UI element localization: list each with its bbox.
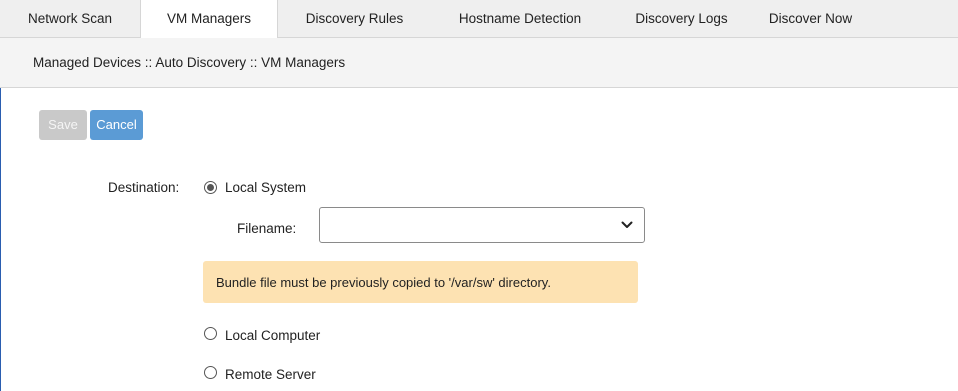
notice-text: Bundle file must be previously copied to… bbox=[216, 275, 551, 290]
tab-network-scan[interactable]: Network Scan bbox=[0, 0, 140, 38]
cancel-button[interactable]: Cancel bbox=[90, 110, 143, 140]
save-button[interactable]: Save bbox=[39, 110, 87, 140]
radio-remote-server-label: Remote Server bbox=[225, 367, 316, 382]
destination-label: Destination: bbox=[108, 180, 180, 195]
tab-discover-now[interactable]: Discover Now bbox=[754, 0, 867, 38]
tab-hostname-detection[interactable]: Hostname Detection bbox=[431, 0, 609, 38]
breadcrumb: Managed Devices :: Auto Discovery :: VM … bbox=[33, 55, 346, 70]
breadcrumb-bar: Managed Devices :: Auto Discovery :: VM … bbox=[0, 38, 958, 88]
chevron-down-icon bbox=[621, 221, 633, 228]
filename-select[interactable] bbox=[319, 207, 645, 243]
radio-remote-server[interactable] bbox=[204, 366, 217, 379]
tab-bar: Network Scan VM Managers Discovery Rules… bbox=[0, 0, 958, 39]
filename-label: Filename: bbox=[237, 221, 297, 236]
tab-discovery-logs[interactable]: Discovery Logs bbox=[609, 0, 754, 38]
tab-vm-managers[interactable]: VM Managers bbox=[140, 0, 278, 39]
radio-local-system-label: Local System bbox=[225, 180, 307, 195]
notice-banner: Bundle file must be previously copied to… bbox=[203, 261, 638, 303]
radio-local-computer-label: Local Computer bbox=[225, 328, 321, 343]
tab-discovery-rules[interactable]: Discovery Rules bbox=[278, 0, 431, 38]
radio-local-system[interactable] bbox=[204, 181, 217, 194]
radio-local-computer[interactable] bbox=[204, 327, 217, 340]
